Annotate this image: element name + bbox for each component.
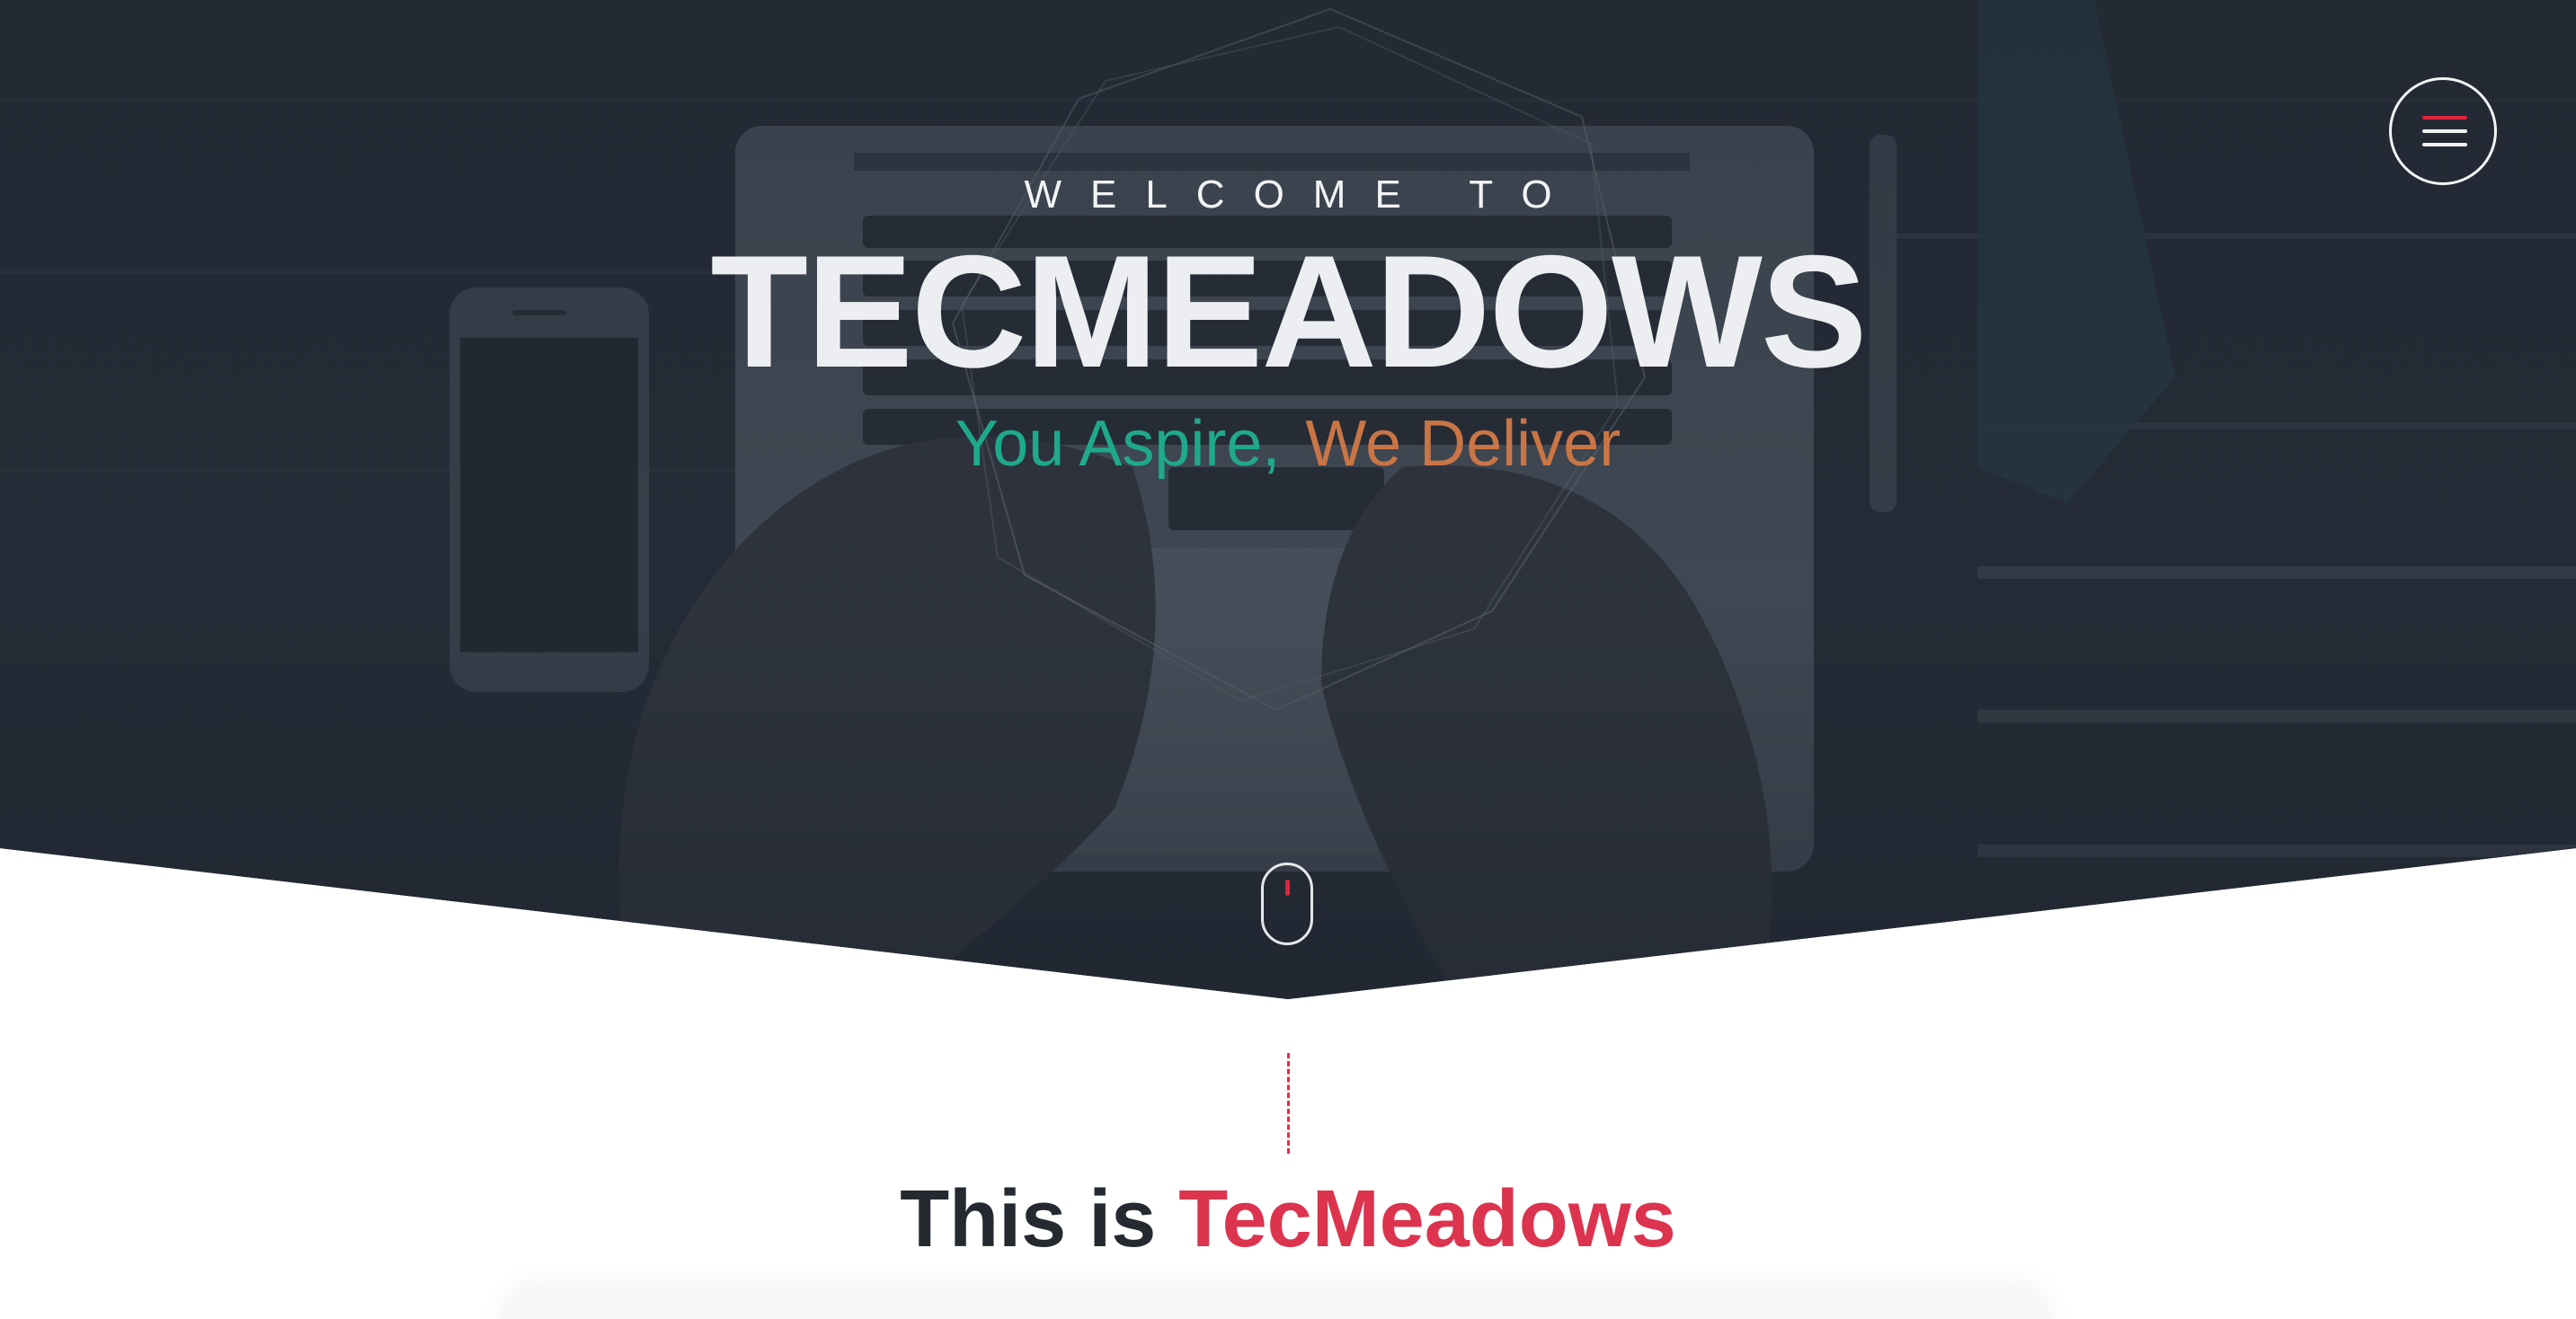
tagline-part-aspire: You Aspire, <box>955 408 1281 480</box>
hero-overlay <box>0 0 2576 999</box>
page: WELCOME TO TECMEADOWS You Aspire, We Deli… <box>0 0 2576 1319</box>
intro-title: This is TecMeadows <box>0 1179 2576 1260</box>
mouse-scroll-icon[interactable] <box>1261 863 1313 945</box>
section-divider <box>1287 1053 1290 1154</box>
welcome-text: WELCOME TO <box>1024 173 1581 217</box>
intro-title-prefix: This is <box>900 1174 1157 1264</box>
tagline: You Aspire, We Deliver <box>0 412 2576 476</box>
menu-bar-middle <box>2422 129 2467 133</box>
brand-title: TECMEADOWS <box>710 222 1867 401</box>
menu-bar-bottom <box>2422 143 2467 146</box>
menu-bar-top <box>2422 116 2467 120</box>
intro-title-brand: TecMeadows <box>1178 1174 1676 1264</box>
tagline-part-deliver: We Deliver <box>1305 408 1621 480</box>
hero-section: WELCOME TO TECMEADOWS You Aspire, We Deli… <box>0 0 2576 999</box>
hamburger-menu-icon[interactable] <box>2389 77 2497 185</box>
mouse-wheel <box>1285 880 1290 896</box>
content-card-edge <box>503 1294 2049 1319</box>
